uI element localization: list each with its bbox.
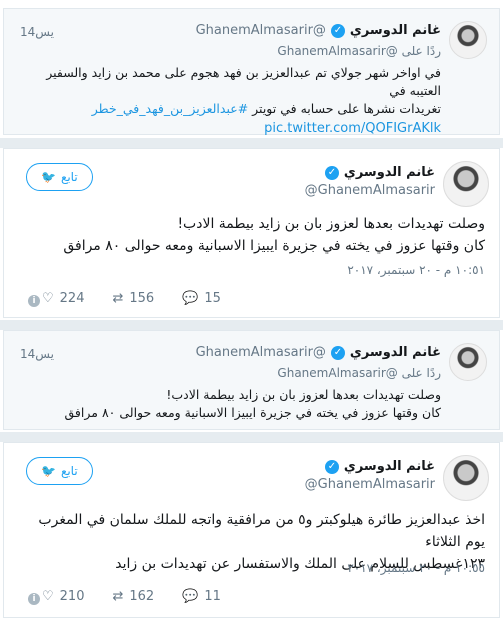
- reply-count: 11: [204, 589, 221, 604]
- author-handle[interactable]: @GhanemAlmasarir: [305, 477, 435, 492]
- author-name[interactable]: غانم الدوسري: [350, 23, 441, 38]
- avatar[interactable]: [443, 161, 489, 207]
- retweet-icon: ⇄: [112, 291, 124, 306]
- reply-to-line: ردًا على @GhanemAlmasarir: [277, 366, 441, 380]
- tweet-card-2[interactable]: غانم الدوسري ✓ @GhanemAlmasarir 🐦 تابع ا…: [3, 442, 500, 618]
- tweet-date[interactable]: ١٠:٥١ م - ٢٠ سبتمبر، ٢٠١٧: [347, 263, 485, 277]
- tweet-text: وصلت تهديدات بعدها لعزوز بان بن زايد بيط…: [15, 213, 485, 257]
- tweet-date[interactable]: ١٠:٥٥ م - ٢٠ سبتمبر، ٢٠١٧: [347, 561, 485, 575]
- tweet-time[interactable]: 14يس: [20, 25, 54, 39]
- follow-label: تابع: [60, 464, 78, 478]
- tweet-text-line: كان وقتها عزوز في يخته في جزيرة ايبيزا ا…: [64, 405, 441, 420]
- author-handle[interactable]: @GhanemAlmasarir: [196, 345, 326, 360]
- tweet-text: في اواخر شهر جولاي تم عبدالعزيز بن فهد ه…: [21, 64, 441, 138]
- retweet-button[interactable]: ⇄ 156: [112, 291, 154, 306]
- twitter-bird-icon: 🐦: [41, 464, 56, 478]
- twitter-bird-icon: 🐦: [41, 170, 56, 184]
- like-button[interactable]: ♡ 210: [42, 589, 84, 604]
- author-row: غانم الدوسري ✓ @GhanemAlmasarir: [196, 345, 441, 360]
- divider: [0, 432, 503, 442]
- reply-prefix: ردًا على: [401, 366, 441, 380]
- reply-to-line: ردًا على @GhanemAlmasarir: [277, 44, 441, 58]
- verified-icon: ✓: [330, 23, 345, 38]
- tweet-text: وصلت تهديدات بعدها لعزوز بان بن زايد بيط…: [21, 386, 441, 422]
- tweet-text-line: كان وقتها عزوز في يخته في جزيرة ايبيزا ا…: [63, 238, 485, 254]
- like-count: 210: [59, 589, 85, 604]
- retweet-icon: ⇄: [112, 589, 124, 604]
- tweet-card-1[interactable]: غانم الدوسري ✓ @GhanemAlmasarir 🐦 تابع و…: [3, 148, 500, 318]
- author-handle[interactable]: @GhanemAlmasarir: [305, 183, 435, 198]
- hashtag-link[interactable]: #عبدالعزيز_بن_فهد_في_خطر: [92, 101, 248, 116]
- reply-icon: 💬: [182, 291, 199, 306]
- reply-count: 15: [204, 291, 221, 306]
- divider: [0, 138, 503, 148]
- avatar[interactable]: [443, 455, 489, 501]
- reply-to-handle[interactable]: @GhanemAlmasarir: [277, 44, 397, 58]
- author-name[interactable]: غانم الدوسري: [344, 165, 435, 180]
- tweet-text-line: وصلت تهديدات بعدها لعزوز بان بن زايد بيط…: [177, 216, 485, 232]
- follow-label: تابع: [60, 170, 78, 184]
- follow-button[interactable]: 🐦 تابع: [26, 457, 93, 485]
- tweet-text-line: وصلت تهديدات بعدها لعزوز بان بن زايد بيط…: [166, 387, 441, 402]
- reply-button[interactable]: 💬 11: [182, 589, 221, 604]
- divider: [0, 320, 503, 330]
- verified-icon: ✓: [324, 165, 339, 180]
- reply-tweet-card-top[interactable]: غانم الدوسري ✓ @GhanemAlmasarir 14يس ردً…: [3, 8, 500, 138]
- retweet-count: 156: [129, 291, 155, 306]
- author-name[interactable]: غانم الدوسري: [344, 459, 435, 474]
- author-name[interactable]: غانم الدوسري: [350, 345, 441, 360]
- tweet-time[interactable]: 14يس: [20, 347, 54, 361]
- heart-icon: ♡: [42, 589, 54, 604]
- info-icon[interactable]: i: [28, 593, 40, 605]
- like-button[interactable]: ♡ 224: [42, 291, 84, 306]
- reply-tweet-card-mid[interactable]: غانم الدوسري ✓ @GhanemAlmasarir 14يس ردً…: [3, 330, 500, 430]
- reply-icon: 💬: [182, 589, 199, 604]
- reply-button[interactable]: 💬 15: [182, 291, 221, 306]
- author-handle[interactable]: @GhanemAlmasarir: [196, 23, 326, 38]
- tweet-text-segment: تغريدات نشرها على حسابه في تويتر: [252, 101, 441, 116]
- retweet-button[interactable]: ⇄ 162: [112, 589, 154, 604]
- pic-link[interactable]: pic.twitter.com/QOFIGrAKlk: [21, 120, 441, 138]
- avatar[interactable]: [449, 343, 487, 381]
- tweet-actions: 💬 11 ⇄ 162 ♡ 210: [42, 589, 221, 604]
- reply-prefix: ردًا على: [401, 44, 441, 58]
- author-row: غانم الدوسري ✓: [324, 459, 435, 474]
- retweet-count: 162: [129, 589, 155, 604]
- heart-icon: ♡: [42, 291, 54, 306]
- like-count: 224: [59, 291, 85, 306]
- reply-to-handle[interactable]: @GhanemAlmasarir: [277, 366, 397, 380]
- tweet-text-line: تغريدات نشرها على حسابه في تويتر #عبدالع…: [21, 100, 441, 118]
- tweet-text-line: في اواخر شهر جولاي تم عبدالعزيز بن فهد ه…: [46, 65, 441, 98]
- follow-button[interactable]: 🐦 تابع: [26, 163, 93, 191]
- tweet-text-line: اخذ عبدالعزيز طائرة هيلوكبتر و٥ من مرافق…: [38, 512, 485, 550]
- verified-icon: ✓: [324, 459, 339, 474]
- author-row: غانم الدوسري ✓ @GhanemAlmasarir: [196, 23, 441, 38]
- avatar[interactable]: [449, 21, 487, 59]
- author-row: غانم الدوسري ✓: [324, 165, 435, 180]
- info-icon[interactable]: i: [28, 295, 40, 307]
- verified-icon: ✓: [330, 345, 345, 360]
- tweet-actions: 💬 15 ⇄ 156 ♡ 224: [42, 291, 221, 306]
